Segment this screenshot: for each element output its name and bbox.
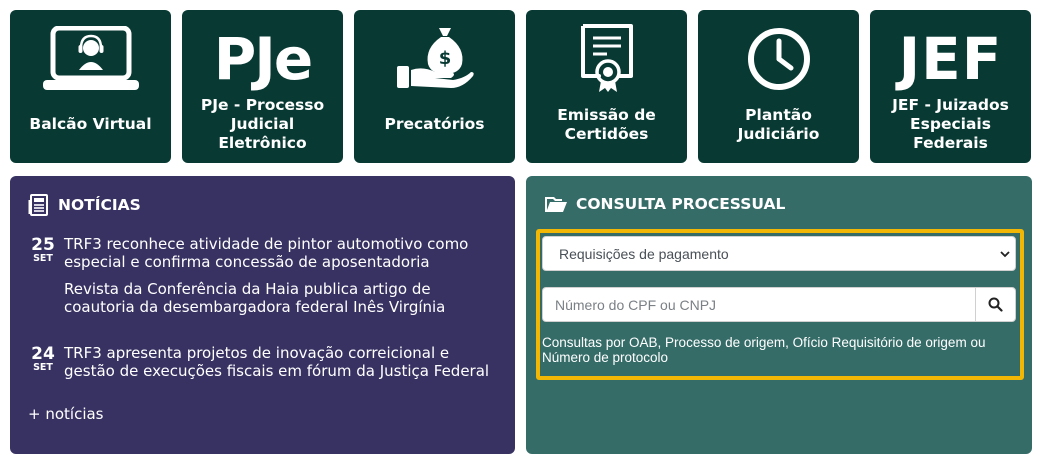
service-tiles: Balcão Virtual PJe PJe - Processo Judici… [10, 10, 1032, 163]
news-headline[interactable]: Revista da Conferência da Haia publica a… [64, 280, 445, 316]
tile-pje[interactable]: PJe PJe - Processo Judicial Eletrônico [182, 10, 343, 163]
folder-open-icon [545, 197, 567, 212]
pje-logo-icon: PJe [213, 25, 313, 93]
more-news-link[interactable]: + notícias [28, 405, 104, 423]
cpf-cnpj-input[interactable] [542, 287, 975, 322]
jef-logo-icon: JEF [898, 25, 1003, 93]
newspaper-icon [28, 194, 48, 216]
consulta-type-select[interactable]: Requisições de pagamento [542, 236, 1016, 271]
chevron-down-icon [1000, 251, 1010, 258]
tile-jef[interactable]: JEF JEF - Juizados Especiais Federais [870, 10, 1031, 163]
search-icon [988, 297, 1003, 312]
news-date: 24 SET [31, 344, 55, 373]
news-date: 25 SET [31, 235, 55, 264]
tile-label: Precatórios [384, 115, 485, 133]
consulta-processual-panel: CONSULTA PROCESSUAL Requisições de pagam… [526, 176, 1032, 454]
money-bag-hand-icon: $ [354, 10, 515, 94]
news-panel: NOTÍCIAS 25 SET TRF3 reconhece atividade… [10, 176, 515, 454]
search-button[interactable] [975, 287, 1016, 322]
tile-label: Balcão Virtual [29, 115, 152, 133]
news-date [28, 281, 58, 316]
news-headline[interactable]: TRF3 reconhece atividade de pintor autom… [64, 235, 468, 271]
news-headline[interactable]: TRF3 apresenta projetos de inovação corr… [64, 344, 489, 380]
tile-label: Plantão Judiciário [737, 105, 820, 143]
consulta-title: CONSULTA PROCESSUAL [544, 194, 1014, 214]
news-title: NOTÍCIAS [28, 194, 497, 216]
news-item[interactable]: Revista da Conferência da Haia publica a… [28, 280, 498, 316]
consulta-search-row [542, 287, 1016, 322]
tile-label: Emissão de Certidões [557, 105, 656, 143]
tile-emissao-certidoes[interactable]: Emissão de Certidões [526, 10, 687, 163]
tile-plantao-judiciario[interactable]: Plantão Judiciário [698, 10, 859, 163]
svg-text:$: $ [438, 48, 451, 69]
consulta-hint-text: Consultas por OAB, Processo de origem, O… [542, 335, 986, 365]
news-item[interactable]: 25 SET TRF3 reconhece atividade de pinto… [28, 235, 498, 271]
tile-label: JEF - Juizados Especiais Federais [892, 96, 1009, 152]
virtual-desk-icon [10, 10, 171, 94]
tile-label: PJe - Processo Judicial Eletrônico [200, 96, 325, 152]
clock-icon [698, 10, 859, 94]
tile-balcao-virtual[interactable]: Balcão Virtual [10, 10, 171, 163]
certificate-icon [526, 10, 687, 94]
news-item[interactable]: 24 SET TRF3 apresenta projetos de inovaç… [28, 344, 498, 380]
tile-precatorios[interactable]: $ Precatórios [354, 10, 515, 163]
